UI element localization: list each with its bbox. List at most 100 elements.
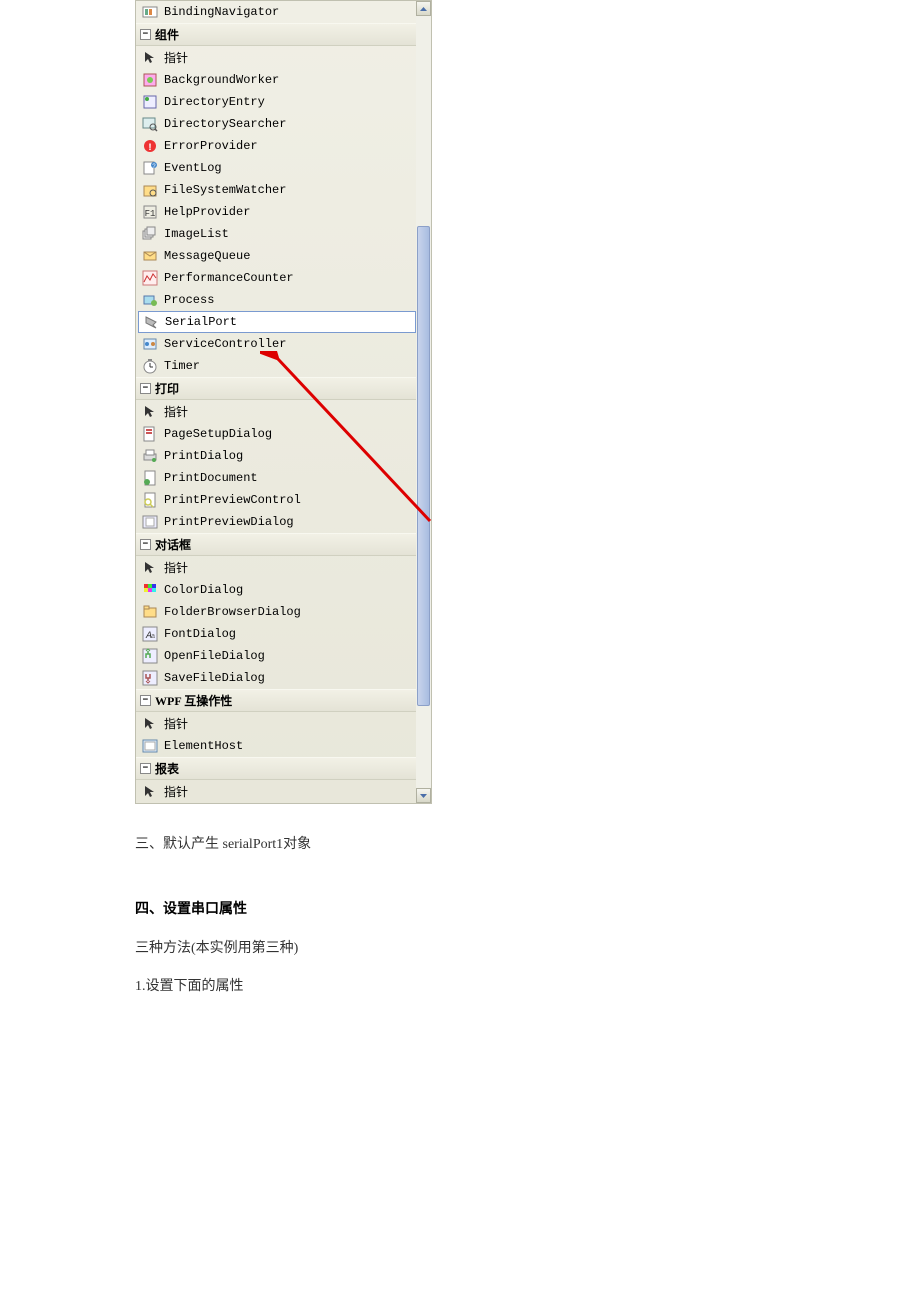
toolbox-item-timer[interactable]: Timer — [136, 355, 418, 377]
toolbox-item-label: EventLog — [164, 161, 222, 175]
paragraph: 三种方法(本实例用第三种) — [135, 936, 785, 961]
svg-text:?: ? — [152, 163, 156, 170]
pointer-icon — [142, 404, 158, 420]
toolbox-item-label: ImageList — [164, 227, 229, 241]
toolbox-item-printdocument[interactable]: PrintDocument — [136, 467, 418, 489]
toolbox-item-pagesetupdialog[interactable]: PageSetupDialog — [136, 423, 418, 445]
toolbox-item-eventlog[interactable]: ? EventLog — [136, 157, 418, 179]
toolbox-item-label: HelpProvider — [164, 205, 250, 219]
category-label: 对话框 — [155, 536, 191, 553]
toolbox-item-fontdialog[interactable]: Aa FontDialog — [136, 623, 418, 645]
toolbox-item-performancecounter[interactable]: PerformanceCounter — [136, 267, 418, 289]
toolbox-item-pointer[interactable]: 指针 — [136, 712, 418, 735]
toolbox-item-openfiledialog[interactable]: OpenFileDialog — [136, 645, 418, 667]
toolbox-item-label: 指针 — [164, 403, 188, 420]
messagequeue-icon — [142, 248, 158, 264]
category-header-print[interactable]: − 打印 — [136, 377, 418, 400]
toolbox-item-label: DirectorySearcher — [164, 117, 286, 131]
directorysearcher-icon — [142, 116, 158, 132]
toolbox-item-label: SerialPort — [165, 315, 237, 329]
toolbox-item-directorysearcher[interactable]: DirectorySearcher — [136, 113, 418, 135]
toolbox-item-helpprovider[interactable]: F1 HelpProvider — [136, 201, 418, 223]
category-label: 打印 — [155, 380, 179, 397]
filesystemwatcher-icon — [142, 182, 158, 198]
serialport-icon — [143, 314, 159, 330]
category-header-report[interactable]: − 报表 — [136, 757, 418, 780]
pointer-icon — [142, 560, 158, 576]
scroll-thumb[interactable] — [417, 226, 430, 706]
scroll-down-button[interactable] — [416, 788, 431, 803]
collapse-icon: − — [140, 695, 151, 706]
collapse-icon: − — [140, 383, 151, 394]
scrollbar[interactable] — [416, 1, 431, 803]
toolbox-item-pointer[interactable]: 指针 — [136, 780, 418, 803]
toolbox-item-directoryentry[interactable]: DirectoryEntry — [136, 91, 418, 113]
toolbox-item-process[interactable]: Process — [136, 289, 418, 311]
svg-text:!: ! — [147, 143, 153, 154]
toolbox-item-label: 指针 — [164, 559, 188, 576]
toolbox-item-label: OpenFileDialog — [164, 649, 265, 663]
toolbox-item-messagequeue[interactable]: MessageQueue — [136, 245, 418, 267]
category-header-wpf[interactable]: − WPF 互操作性 — [136, 689, 418, 712]
toolbox-item-label: MessageQueue — [164, 249, 250, 263]
collapse-icon: − — [140, 763, 151, 774]
pagesetupdialog-icon — [142, 426, 158, 442]
toolbox-item-serialport[interactable]: SerialPort — [138, 311, 416, 333]
toolbox-item-pointer[interactable]: 指针 — [136, 46, 418, 69]
toolbox-item-savefiledialog[interactable]: SaveFileDialog — [136, 667, 418, 689]
toolbox-item-label: 指针 — [164, 49, 188, 66]
toolbox-item-label: ColorDialog — [164, 583, 243, 597]
toolbox-item-label: DirectoryEntry — [164, 95, 265, 109]
toolbox-item-folderbrowserdialog[interactable]: FolderBrowserDialog — [136, 601, 418, 623]
imagelist-icon — [142, 226, 158, 242]
toolbox-item-pointer[interactable]: 指针 — [136, 556, 418, 579]
toolbox-item-printpreviewdialog[interactable]: PrintPreviewDialog — [136, 511, 418, 533]
toolbox-item-errorprovider[interactable]: ! ErrorProvider — [136, 135, 418, 157]
toolbox-item-label: SaveFileDialog — [164, 671, 265, 685]
toolbox-item-filesystemwatcher[interactable]: FileSystemWatcher — [136, 179, 418, 201]
toolbox-item-label: PrintDocument — [164, 471, 258, 485]
toolbox-panel: BindingNavigator − 组件 指针 BackgroundWorke… — [135, 0, 432, 804]
toolbox-item-printdialog[interactable]: PrintDialog — [136, 445, 418, 467]
toolbox-item-pointer[interactable]: 指针 — [136, 400, 418, 423]
toolbox-item-label: PrintDialog — [164, 449, 243, 463]
toolbox-item-servicecontroller[interactable]: ServiceController — [136, 333, 418, 355]
collapse-icon: − — [140, 29, 151, 40]
errorprovider-icon: ! — [142, 138, 158, 154]
toolbox-item-label: Timer — [164, 359, 200, 373]
toolbox-item-colordialog[interactable]: ColorDialog — [136, 579, 418, 601]
category-label: 组件 — [155, 26, 179, 43]
paragraph: 三、默认产生 serialPort1对象 — [135, 832, 785, 857]
colordialog-icon — [142, 582, 158, 598]
timer-icon — [142, 358, 158, 374]
eventlog-icon: ? — [142, 160, 158, 176]
toolbox-item-imagelist[interactable]: ImageList — [136, 223, 418, 245]
collapse-icon: − — [140, 539, 151, 550]
toolbox-item-label: FolderBrowserDialog — [164, 605, 301, 619]
pointer-icon — [142, 50, 158, 66]
helpprovider-icon: F1 — [142, 204, 158, 220]
process-icon — [142, 292, 158, 308]
category-header-dialog[interactable]: − 对话框 — [136, 533, 418, 556]
pointer-icon — [142, 716, 158, 732]
category-label: 报表 — [155, 760, 179, 777]
toolbox-item-label: Process — [164, 293, 214, 307]
toolbox-item-label: 指针 — [164, 715, 188, 732]
servicecontroller-icon — [142, 336, 158, 352]
toolbox-item-elementhost[interactable]: ElementHost — [136, 735, 418, 757]
printdialog-icon — [142, 448, 158, 464]
category-header-components[interactable]: − 组件 — [136, 23, 418, 46]
elementhost-icon — [142, 738, 158, 754]
toolbox-item-label: ElementHost — [164, 739, 243, 753]
printdocument-icon — [142, 470, 158, 486]
toolbox-item-label: PageSetupDialog — [164, 427, 272, 441]
savefiledialog-icon — [142, 670, 158, 686]
toolbox-item-label: FileSystemWatcher — [164, 183, 286, 197]
scroll-track[interactable] — [416, 16, 431, 788]
toolbox-item-bindingnavigator[interactable]: BindingNavigator — [136, 1, 418, 23]
toolbox-item-printpreviewcontrol[interactable]: PrintPreviewControl — [136, 489, 418, 511]
toolbox-item-backgroundworker[interactable]: BackgroundWorker — [136, 69, 418, 91]
scroll-up-button[interactable] — [416, 1, 431, 16]
directoryentry-icon — [142, 94, 158, 110]
toolbox-item-label: ErrorProvider — [164, 139, 258, 153]
